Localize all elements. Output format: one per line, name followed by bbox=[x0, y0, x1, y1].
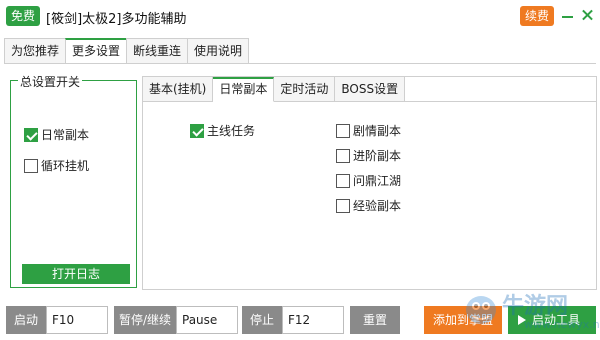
inner-tab-divider bbox=[390, 101, 596, 102]
window-title: [筱剑]太极2]多功能辅助 bbox=[46, 12, 187, 27]
pause-hotkey-input[interactable]: Pause bbox=[176, 306, 238, 334]
tab-daily-dungeon[interactable]: 日常副本 bbox=[213, 77, 275, 102]
add-to-app-button[interactable]: 添加到掌盟 bbox=[424, 306, 502, 334]
checkbox-unchecked-icon[interactable] bbox=[336, 148, 350, 163]
checkbox-label: 进阶副本 bbox=[353, 149, 402, 163]
checkbox-exp-dungeon[interactable]: 经验副本 bbox=[336, 197, 401, 214]
checkbox-unchecked-icon[interactable] bbox=[336, 123, 350, 138]
checkbox-label: 循环挂机 bbox=[41, 159, 90, 173]
checkbox-main-quest[interactable]: 主线任务 bbox=[190, 122, 255, 139]
master-switch-group bbox=[10, 80, 137, 288]
checkbox-story-dungeon[interactable]: 剧情副本 bbox=[336, 122, 401, 139]
tab-reconnect[interactable]: 断线重连 bbox=[126, 38, 189, 64]
open-log-button[interactable]: 打开日志 bbox=[22, 264, 130, 284]
minimize-icon[interactable] bbox=[560, 5, 576, 25]
checkbox-label: 日常副本 bbox=[41, 128, 90, 142]
reset-button[interactable]: 重置 bbox=[350, 306, 400, 334]
renew-button[interactable]: 续费 bbox=[520, 6, 554, 26]
tab-more-settings[interactable]: 更多设置 bbox=[65, 38, 128, 64]
checkbox-unchecked-icon[interactable] bbox=[24, 158, 38, 173]
tab-instructions[interactable]: 使用说明 bbox=[187, 38, 250, 64]
checkbox-label: 剧情副本 bbox=[353, 124, 402, 138]
tab-recommend[interactable]: 为您推荐 bbox=[4, 38, 67, 64]
checkbox-advanced-dungeon[interactable]: 进阶副本 bbox=[336, 147, 401, 164]
stop-hotkey-input[interactable]: F12 bbox=[282, 306, 344, 334]
checkbox-label: 问鼎江湖 bbox=[353, 174, 402, 188]
checkbox-label: 经验副本 bbox=[353, 199, 402, 213]
top-tab-bar: 为您推荐 更多设置 断线重连 使用说明 bbox=[4, 38, 250, 64]
start-tool-button[interactable]: 启动工具 bbox=[508, 306, 596, 334]
play-icon bbox=[518, 315, 526, 325]
inner-tab-bar: 基本(挂机) 日常副本 定时活动 BOSS设置 bbox=[143, 77, 406, 102]
checkbox-loop-idle[interactable]: 循环挂机 bbox=[24, 157, 89, 174]
checkbox-wending-jianghu[interactable]: 问鼎江湖 bbox=[336, 172, 401, 189]
pause-hotkey-label: 暂停/继续 bbox=[114, 306, 176, 334]
checkbox-checked-icon[interactable] bbox=[190, 123, 204, 138]
tab-basic-idle[interactable]: 基本(挂机) bbox=[143, 77, 214, 102]
checkbox-label: 主线任务 bbox=[207, 124, 256, 138]
checkbox-unchecked-icon[interactable] bbox=[336, 173, 350, 188]
start-tool-label: 启动工具 bbox=[532, 313, 581, 327]
stop-hotkey-label: 停止 bbox=[242, 306, 282, 334]
checkbox-checked-icon[interactable] bbox=[24, 127, 38, 142]
checkbox-unchecked-icon[interactable] bbox=[336, 198, 350, 213]
start-hotkey-label: 启动 bbox=[6, 306, 46, 334]
checkbox-daily-dungeon[interactable]: 日常副本 bbox=[24, 126, 89, 143]
tab-boss-settings[interactable]: BOSS设置 bbox=[335, 77, 406, 102]
close-icon[interactable] bbox=[580, 5, 596, 25]
free-badge: 免费 bbox=[6, 6, 40, 26]
start-hotkey-input[interactable]: F10 bbox=[46, 306, 108, 334]
tab-timed-events[interactable]: 定时活动 bbox=[274, 77, 336, 102]
master-switch-title: 总设置开关 bbox=[18, 73, 83, 90]
title-bar: 免费 [筱剑]太极2]多功能辅助 续费 bbox=[0, 0, 600, 32]
tab-divider bbox=[4, 63, 596, 64]
